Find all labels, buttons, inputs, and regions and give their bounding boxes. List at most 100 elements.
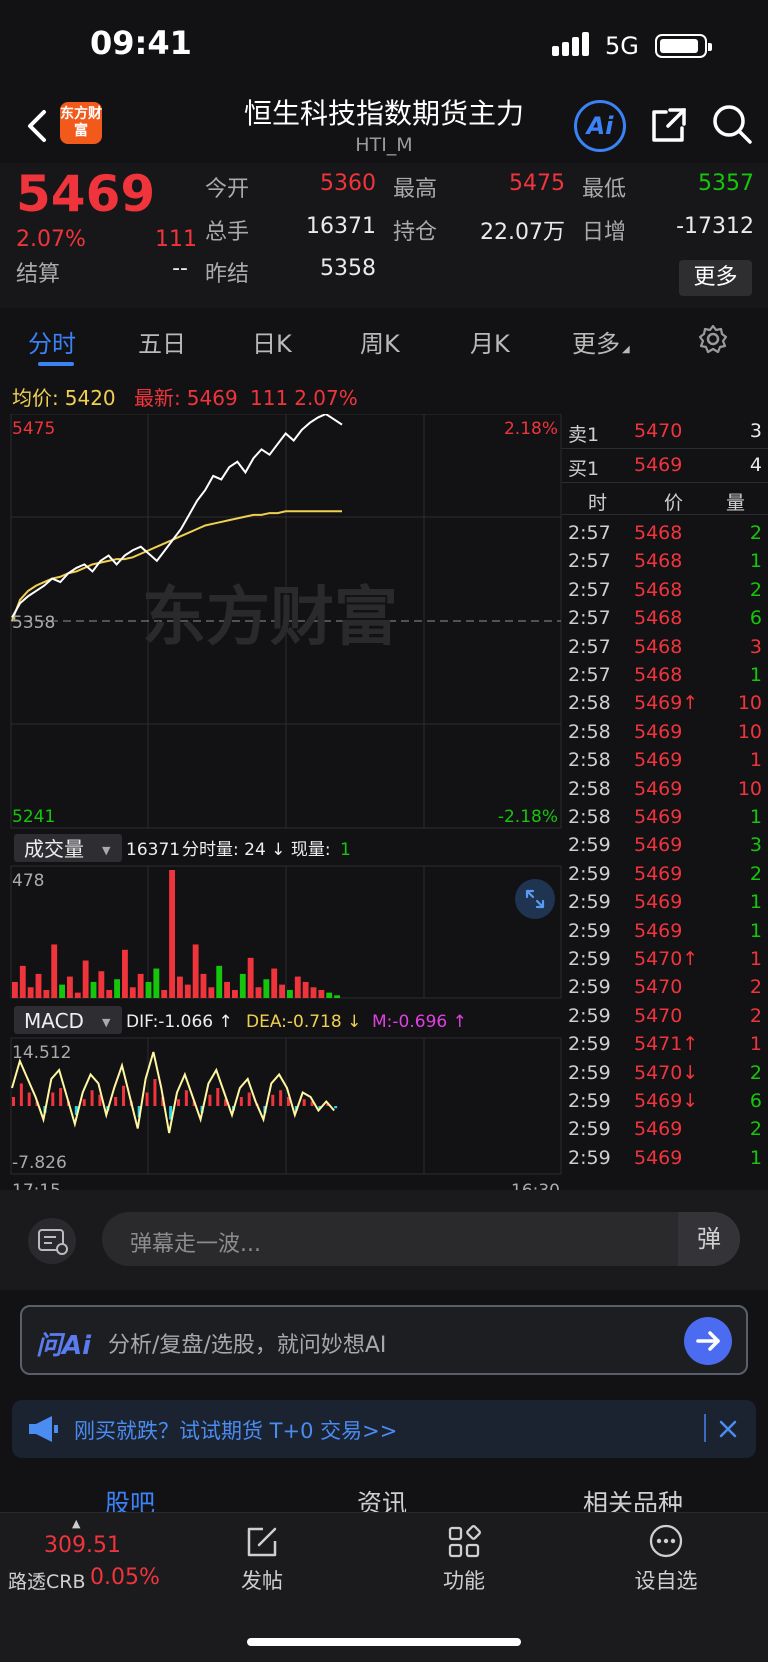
volume-bar	[326, 992, 333, 998]
volume-bar	[137, 973, 144, 998]
open-label: 今开	[205, 177, 250, 202]
volume-bar	[161, 989, 168, 998]
intraday-chart[interactable]: 东方财富 5475 5358 5241 2.18% -2.18% 成交量 ▼ 1…	[10, 414, 562, 1204]
danmu-input[interactable]: 弹幕走一波... 弹	[102, 1212, 740, 1266]
status-bar: 09:41 5G	[0, 0, 768, 90]
tab-weekly-k[interactable]: 周K	[360, 324, 400, 359]
trade-price: 5469↓	[634, 1090, 699, 1112]
nav-watch-label: 设自选	[634, 1569, 698, 1593]
apps-icon	[448, 1525, 481, 1558]
volume-selector-label: 成交量	[24, 837, 84, 861]
comment-settings-button[interactable]	[28, 1218, 76, 1264]
trade-price: 5469	[634, 862, 683, 885]
macd-bottom-label: -7.826	[12, 1153, 67, 1173]
tab-more[interactable]: 更多 ◢	[572, 324, 630, 359]
change-value: 111	[155, 227, 197, 252]
trade-time: 2:57	[568, 635, 611, 658]
ai-ask-bar[interactable]: 问Ai 分析/复盘/选股，就问妙想AI	[20, 1305, 748, 1375]
settle-value: --	[172, 256, 188, 281]
more-dots-icon	[649, 1524, 683, 1558]
settle-label: 结算	[16, 262, 61, 287]
gear-icon[interactable]	[698, 324, 728, 354]
latest-label: 最新:	[134, 386, 181, 410]
tab-five-day[interactable]: 五日	[138, 324, 186, 359]
danmu-toggle-button[interactable]: 弹	[678, 1212, 740, 1266]
trade-row: 2:58 5469 1	[562, 806, 768, 836]
trade-time: 2:59	[568, 1146, 611, 1169]
macd-lines	[11, 1051, 338, 1134]
y-bottom-label: 5241	[12, 807, 55, 827]
trade-time: 2:59	[568, 891, 611, 914]
trade-volume: 1	[749, 749, 762, 772]
trade-time: 2:58	[568, 806, 611, 828]
header: 东方财富 恒生科技指数期货主力 HTI_M Ai	[0, 90, 768, 160]
tab-monthly-k[interactable]: 月K	[470, 324, 510, 359]
volume-bar	[122, 949, 128, 998]
megaphone-icon	[29, 1416, 58, 1442]
trade-time: 2:59	[568, 1004, 611, 1027]
macd-bar	[177, 1099, 180, 1106]
trade-row: 2:59 5470 2	[562, 976, 768, 1006]
volume-bar	[310, 987, 317, 998]
macd-bar	[216, 1088, 220, 1106]
ai-button[interactable]: Ai	[574, 100, 626, 152]
trade-time: 2:59	[568, 1033, 611, 1056]
network-label: 5G	[605, 32, 639, 60]
buy1-label: 买1	[568, 458, 600, 480]
expand-icon[interactable]	[515, 879, 555, 919]
trade-price: 5469	[634, 1118, 683, 1141]
trade-row: 2:58 5469 1	[562, 749, 768, 779]
trade-volume: 10	[737, 692, 762, 715]
trade-price: 5469	[634, 919, 683, 942]
trade-time: 2:59	[568, 1061, 611, 1084]
volume-bar	[232, 989, 238, 998]
trade-volume: 10	[737, 720, 762, 743]
trade-volume: 2	[749, 1118, 762, 1141]
macd-bar	[12, 1097, 15, 1106]
macd-bar	[90, 1090, 94, 1106]
trade-time: 2:59	[568, 1090, 611, 1112]
macd-bar	[82, 1099, 86, 1106]
tab-intraday[interactable]: 分时	[28, 324, 76, 359]
trade-price: 5469	[634, 891, 683, 914]
trade-time: 2:57	[568, 607, 611, 630]
macd-bar	[208, 1094, 212, 1106]
y-top-label: 5475	[12, 419, 55, 439]
trade-row: 2:57 5468 2	[562, 579, 768, 609]
volume-bar	[74, 992, 81, 998]
header-price: 价	[664, 492, 684, 514]
trade-row: 2:57 5468 1	[562, 550, 768, 580]
status-time: 09:41	[90, 24, 192, 62]
volume-bar	[255, 987, 262, 998]
ai-placeholder: 分析/复盘/选股，就问妙想AI	[108, 1333, 387, 1358]
close-icon[interactable]	[718, 1419, 738, 1439]
volume-bar	[271, 968, 278, 998]
tab-daily-k[interactable]: 日K	[252, 324, 292, 359]
promo-separator	[704, 1414, 706, 1442]
trade-volume: 1	[749, 550, 762, 573]
search-icon[interactable]	[710, 102, 754, 146]
sell1-volume: 3	[749, 420, 762, 442]
trade-row: 2:58 5469↑ 10	[562, 692, 768, 722]
ai-submit-button[interactable]	[684, 1317, 732, 1365]
trade-volume: 1	[749, 891, 762, 914]
volume-info: 分时量: 24 ↓ 现量:	[182, 840, 331, 860]
promo-banner[interactable]: 刚买就跌？试试期货 T+0 交易>>	[12, 1400, 756, 1458]
trade-price: 5468	[634, 607, 683, 630]
trade-row: 2:57 5468 6	[562, 607, 768, 637]
volume-label: 总手	[205, 220, 250, 245]
trade-row: 2:58 5469 10	[562, 778, 768, 808]
macd-bar	[145, 1092, 149, 1106]
trade-volume: 2	[749, 976, 762, 999]
trade-volume: 1	[749, 1146, 762, 1169]
share-icon[interactable]	[648, 104, 690, 146]
trade-row: 2:59 5470 2	[562, 1005, 768, 1035]
trade-volume: 2	[749, 1004, 762, 1027]
volume-total: 16371	[126, 840, 180, 860]
trade-time: 2:58	[568, 777, 611, 800]
trade-list-header: 时 价 量	[562, 488, 768, 522]
more-button[interactable]: 更多	[679, 260, 752, 296]
low-value: 5357	[698, 171, 754, 196]
trade-price: 5468	[634, 664, 683, 686]
macd-m: M:-0.696 ↑	[372, 1012, 467, 1032]
